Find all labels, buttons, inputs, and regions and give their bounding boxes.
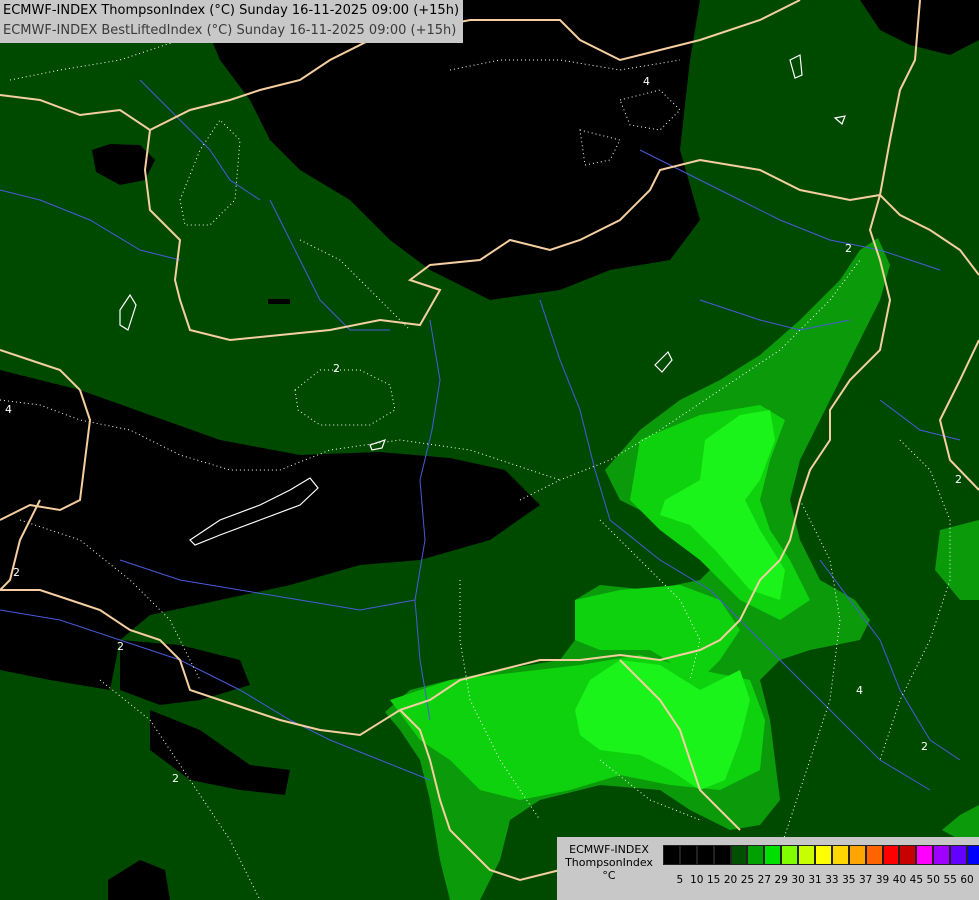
legend-swatch — [815, 845, 832, 865]
contour-label: 4 — [643, 75, 650, 88]
color-legend: ECMWF-INDEX ThompsonIndex °C 5 10 15 20 25 27… — [557, 837, 979, 900]
legend-tick-label: 29 — [774, 874, 788, 886]
legend-swatch — [899, 845, 917, 865]
legend-parameter: ThompsonIndex — [565, 856, 653, 869]
legend-tick-label: 37 — [858, 874, 873, 886]
legend-tick-label: 30 — [791, 874, 805, 886]
legend-swatch — [916, 845, 934, 865]
legend-title: ECMWF-INDEX — [569, 843, 649, 856]
legend-tick-label: 39 — [875, 874, 890, 886]
legend-swatch — [679, 845, 697, 865]
legend-swatch — [781, 845, 799, 865]
legend-swatch — [764, 845, 782, 865]
legend-tick-label: 50 — [926, 874, 940, 886]
legend-swatch — [696, 845, 714, 865]
legend-label: ECMWF-INDEX ThompsonIndex °C — [557, 843, 661, 882]
legend-unit: °C — [602, 869, 616, 882]
legend-ticks: 5 10 15 20 25 27 29 30 31 33 35 37 39 40 45 50 55 60 — [663, 874, 975, 886]
legend-tick-label: 31 — [808, 874, 822, 886]
map-subtitle-line: ECMWF-INDEX BestLiftedIndex (°C) Sunday … — [3, 23, 457, 38]
legend-swatch — [882, 845, 900, 865]
legend-tick-label: 33 — [825, 874, 839, 886]
legend-tick-label: 35 — [842, 874, 856, 886]
map-title-box: ECMWF-INDEX ThompsonIndex (°C) Sunday 16… — [0, 0, 464, 43]
legend-swatches — [663, 845, 979, 865]
contour-label: 2 — [117, 640, 124, 653]
contour-label: 2 — [333, 362, 340, 375]
legend-swatch — [848, 845, 866, 865]
legend-swatch — [933, 845, 951, 865]
contour-label: 4 — [856, 684, 863, 697]
legend-swatch — [663, 845, 680, 865]
legend-tick-label: 55 — [943, 874, 957, 886]
legend-tick-label: 40 — [892, 874, 907, 886]
contour-label: 2 — [845, 242, 852, 255]
contour-label: 2 — [955, 473, 962, 486]
legend-tick-label: 60 — [960, 874, 974, 886]
legend-tick-label: 27 — [757, 874, 772, 886]
legend-tick-label: 25 — [740, 874, 755, 886]
legend-tick-label: 45 — [909, 874, 924, 886]
legend-tick-label: 20 — [723, 874, 738, 886]
legend-tick-label: 10 — [690, 874, 704, 886]
legend-tick-label: 15 — [706, 874, 721, 886]
contour-label: 2 — [13, 566, 20, 579]
legend-swatch — [967, 845, 979, 865]
legend-swatch — [798, 845, 816, 865]
contour-label: 4 — [5, 403, 12, 416]
legend-swatch — [713, 845, 731, 865]
legend-swatch — [865, 845, 883, 865]
legend-swatch — [831, 845, 849, 865]
map-title-line: ECMWF-INDEX ThompsonIndex (°C) Sunday 16… — [3, 3, 460, 18]
legend-swatch — [950, 845, 968, 865]
legend-tick-label: 5 — [676, 874, 684, 886]
contour-label: 2 — [921, 740, 928, 753]
legend-swatch — [747, 845, 765, 865]
weather-map: 4 4 2 2 2 2 2 2 4 2 2 — [0, 0, 979, 900]
contour-label: 2 — [172, 772, 179, 785]
legend-swatch — [730, 845, 748, 865]
